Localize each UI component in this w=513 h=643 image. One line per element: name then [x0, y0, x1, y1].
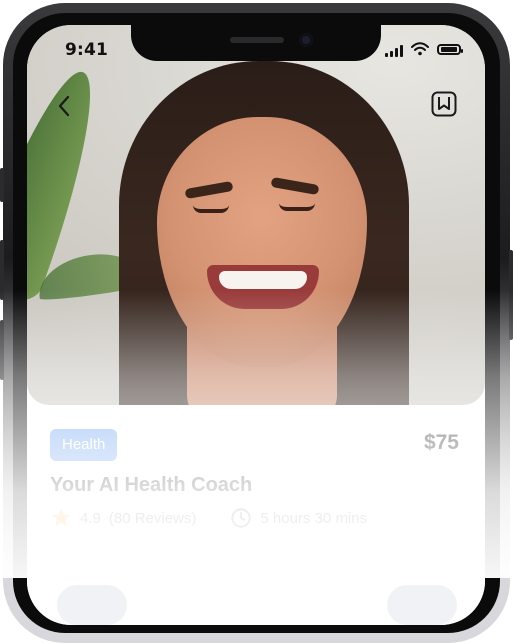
duration-text: 5 hours 30 mins: [260, 509, 368, 527]
course-details: Health $75 Your AI Health Coach 4.9 (80 …: [27, 405, 485, 625]
notch: [131, 25, 381, 61]
speaker: [230, 37, 284, 43]
category-tag[interactable]: Health: [50, 429, 118, 461]
chevron-left-icon: [58, 95, 70, 117]
course-title: Your AI Health Coach: [50, 474, 253, 496]
clock-icon: [231, 508, 252, 528]
side-button-power: [509, 250, 513, 340]
left-eye: [193, 203, 229, 213]
reviews-count[interactable]: (80 Reviews): [109, 510, 197, 527]
bookmark-icon: [431, 91, 457, 117]
battery-icon: [437, 44, 463, 55]
right-eye: [279, 201, 315, 211]
mouth: [207, 265, 319, 309]
status-time: 9:41: [65, 40, 109, 60]
front-camera: [299, 33, 313, 47]
signal-icon: [385, 45, 405, 57]
wifi-icon: [411, 42, 429, 56]
course-meta: 4.9 (80 Reviews) 5 hours 30 mins: [50, 507, 367, 529]
save-button[interactable]: [429, 89, 459, 119]
side-button-volume-down: [0, 320, 4, 380]
bottom-control[interactable]: [387, 585, 457, 625]
side-button-volume-up: [0, 240, 4, 300]
app-screen: 9:41 Health $75 Your AI Health Coach 4.9…: [27, 25, 485, 625]
teeth: [219, 271, 307, 289]
side-button-mute: [0, 168, 4, 202]
back-button[interactable]: [49, 91, 79, 121]
hero-image: [27, 25, 485, 405]
rating-value: 4.9: [80, 509, 101, 527]
bottom-control[interactable]: [57, 585, 127, 625]
star-icon: [52, 508, 70, 526]
price-label: $75: [423, 431, 459, 454]
